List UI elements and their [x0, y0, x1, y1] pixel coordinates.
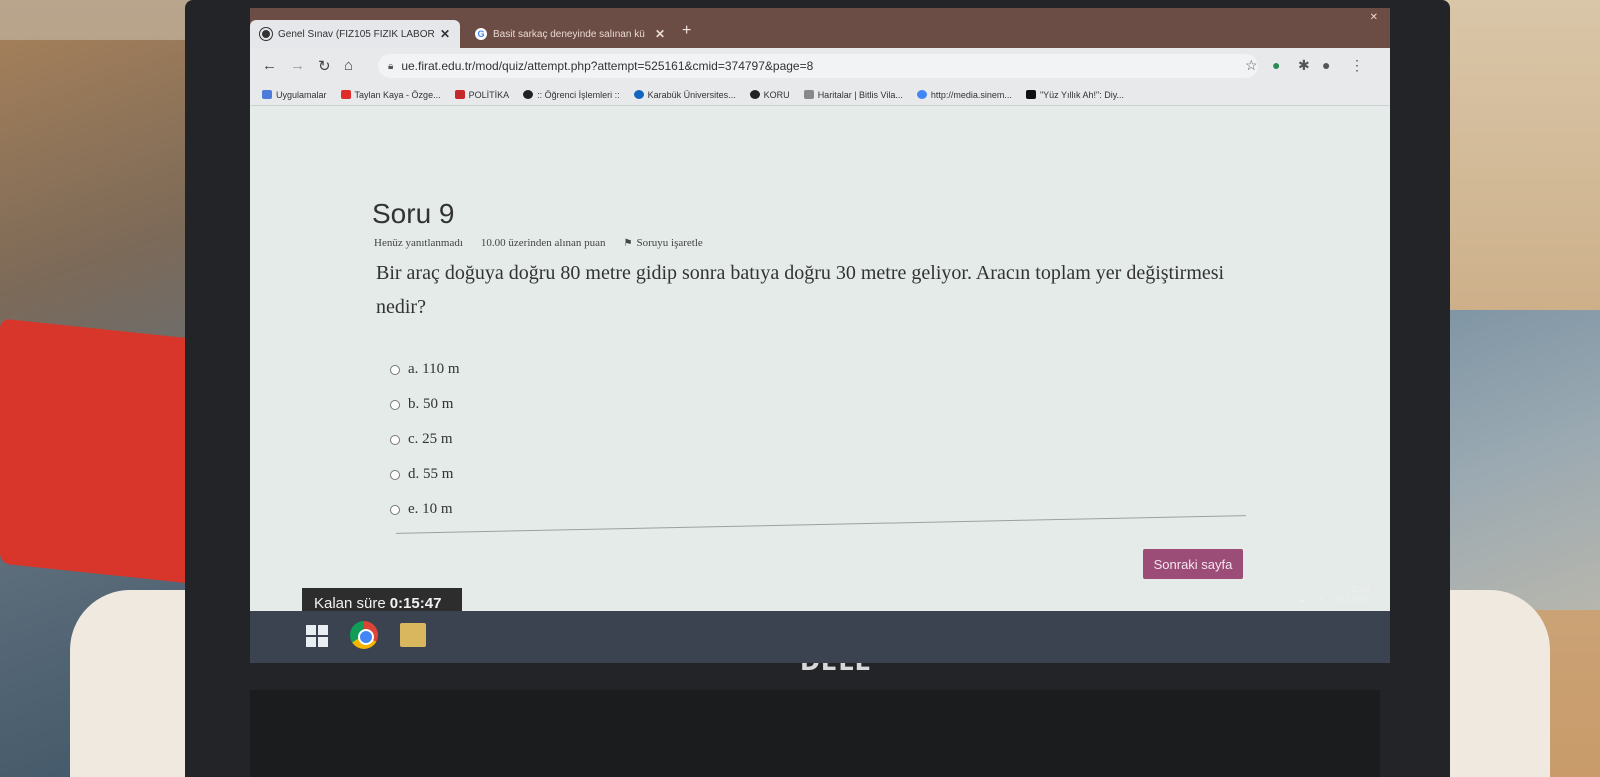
globe-icon: [523, 90, 534, 99]
answer-label: d. 55 m: [408, 466, 454, 482]
bookmark-label: Taylan Kaya - Özge...: [354, 89, 441, 100]
radio-button[interactable]: [390, 504, 400, 515]
bookmark-karabuk[interactable]: Karabük Üniversites...: [633, 89, 736, 100]
back-arrow-icon[interactable]: ←: [262, 57, 277, 74]
radio-button[interactable]: [390, 364, 400, 375]
browser-toolbar: ← → ↻ ⌂ 🔒︎ ue.firat.edu.tr/mod/quiz/atte…: [250, 48, 1390, 84]
bookmark-label: Haritalar | Bitlis Vila...: [817, 89, 903, 100]
next-page-button[interactable]: Sonraki sayfa: [1143, 549, 1243, 579]
bookmark-politika[interactable]: POLİTİKA: [454, 89, 510, 100]
bookmark-yuz-yillik[interactable]: "Yüz Yıllık Ah!": Diy...: [1025, 89, 1125, 100]
bookmark-youtube[interactable]: Taylan Kaya - Özge...: [340, 89, 441, 100]
google-icon: [916, 90, 927, 99]
moodle-favicon-icon: [260, 28, 272, 40]
question-title: Soru 9: [372, 198, 455, 229]
youtube-icon: [340, 90, 351, 99]
radio-button[interactable]: [390, 469, 400, 480]
bookmark-label: Uygulamalar: [276, 89, 327, 100]
windows-start-icon[interactable]: [306, 625, 328, 647]
laptop-screen: Genel Sınav (FİZ105 FİZİK LABOR ✕ G Basi…: [250, 8, 1390, 663]
answer-option-e[interactable]: e. 10 m: [390, 492, 460, 527]
answer-options: a. 110 m b. 50 m c. 25 m d. 55 m e. 10 m: [390, 352, 460, 527]
url-text: ue.firat.edu.tr/mod/quiz/attempt.php?att…: [401, 59, 814, 73]
bookmark-apps[interactable]: Uygulamalar: [262, 90, 327, 100]
answer-label: a. 110 m: [408, 361, 460, 377]
extensions-puzzle-icon[interactable]: ✱: [1298, 57, 1310, 74]
bookmark-label: :: Öğrenci İşlemleri ::: [537, 89, 620, 100]
close-tab-icon[interactable]: ✕: [655, 27, 665, 41]
answer-label: b. 50 m: [408, 396, 454, 412]
karabuk-icon: [633, 90, 644, 99]
radio-button[interactable]: [390, 399, 400, 410]
network-icon[interactable]: ●: [1318, 595, 1323, 605]
answer-option-d[interactable]: d. 55 m: [390, 457, 460, 492]
question-info: Henüz yanıtlanmadı 10.00 üzerinden alına…: [374, 237, 703, 249]
bookmark-label: POLİTİKA: [468, 89, 510, 100]
extension-check-icon[interactable]: ●: [1272, 57, 1280, 73]
question-status: Henüz yanıtlanmadı: [374, 237, 463, 249]
bookmark-label: KORU: [763, 89, 790, 100]
bookmark-media[interactable]: http://media.sinem...: [916, 89, 1012, 100]
question-text: Bir araç doğuya doğru 80 metre gidip son…: [376, 262, 1225, 318]
flag-label: Soruyu işaretle: [636, 237, 703, 249]
timer-label: Kalan süre: [314, 594, 386, 612]
tab-title: Basit sarkaç deneyinde salınan kü: [493, 28, 645, 40]
radio-button[interactable]: [390, 434, 400, 445]
laptop-hinge: [250, 690, 1380, 777]
home-icon[interactable]: ⌂: [344, 57, 353, 74]
forward-arrow-icon[interactable]: →: [290, 57, 305, 74]
bookmark-koru[interactable]: KORU: [749, 89, 790, 100]
answer-label: c. 25 m: [408, 431, 453, 447]
menu-kebab-icon[interactable]: ⋮: [1350, 57, 1364, 74]
google-favicon-icon: G: [475, 28, 487, 40]
bookmark-label: Karabük Üniversites...: [647, 89, 736, 100]
profile-avatar-icon[interactable]: ●: [1322, 57, 1330, 73]
bookmark-label: http://media.sinem...: [930, 89, 1012, 100]
answer-option-c[interactable]: c. 25 m: [390, 422, 460, 457]
apps-grid-icon: [262, 90, 272, 99]
star-bookmark-icon[interactable]: ☆: [1245, 57, 1258, 74]
chrome-taskbar-icon[interactable]: [350, 621, 378, 649]
bookmark-book-icon: [1025, 90, 1036, 99]
file-explorer-icon[interactable]: [400, 623, 426, 647]
bookmark-haritalar[interactable]: Haritalar | Bitlis Vila...: [803, 89, 903, 100]
flag-icon: ⚑: [623, 238, 633, 249]
clock-date[interactable]: 11.1.2021: [1335, 595, 1370, 604]
clock-time[interactable]: 11:04: [1351, 585, 1370, 594]
divider: [396, 515, 1246, 534]
timer-value: 0:15:47: [389, 594, 442, 612]
tab-google-search[interactable]: G Basit sarkaç deneyinde salınan kü ✕: [465, 20, 675, 48]
bookmark-label: "Yüz Yıllık Ah!": Diy...: [1039, 89, 1125, 100]
tray-arrow-icon[interactable]: ▲: [1298, 595, 1306, 605]
new-tab-button[interactable]: +: [682, 22, 691, 40]
question-points: 10.00 üzerinden alınan puan: [480, 237, 606, 249]
answer-option-a[interactable]: a. 110 m: [390, 352, 460, 387]
answer-option-b[interactable]: b. 50 m: [390, 387, 460, 422]
lock-icon: 🔒︎: [388, 60, 394, 72]
tab-title: Genel Sınav (FİZ105 FİZİK LABOR: [278, 28, 435, 40]
browser-tab-bar: Genel Sınav (FİZ105 FİZİK LABOR ✕ G Basi…: [250, 8, 1390, 48]
reload-icon[interactable]: ↻: [318, 57, 331, 75]
window-close-icon[interactable]: ✕: [1370, 12, 1378, 23]
map-icon: [803, 90, 814, 99]
flag-question-link[interactable]: ⚑ Soruyu işaretle: [624, 237, 703, 249]
bookmarks-bar: Uygulamalar Taylan Kaya - Özge... POLİTİ…: [250, 84, 1390, 106]
quiz-page: Soru 9 Henüz yanıtlanmadı 10.00 üzerinde…: [250, 106, 1390, 663]
r-logo-icon: [454, 90, 465, 99]
globe-icon: [749, 90, 760, 99]
answer-label: e. 10 m: [408, 501, 453, 517]
address-bar[interactable]: 🔒︎ ue.firat.edu.tr/mod/quiz/attempt.php?…: [378, 54, 1258, 78]
system-tray: ▲ ● 11:04 11.1.2021: [1298, 585, 1370, 605]
windows-taskbar: ▲ ● 11:04 11.1.2021: [250, 585, 1390, 663]
tab-quiz[interactable]: Genel Sınav (FİZ105 FİZİK LABOR ✕: [250, 20, 460, 48]
bookmark-ogrenci[interactable]: :: Öğrenci İşlemleri ::: [523, 90, 620, 100]
close-tab-icon[interactable]: ✕: [440, 27, 450, 41]
